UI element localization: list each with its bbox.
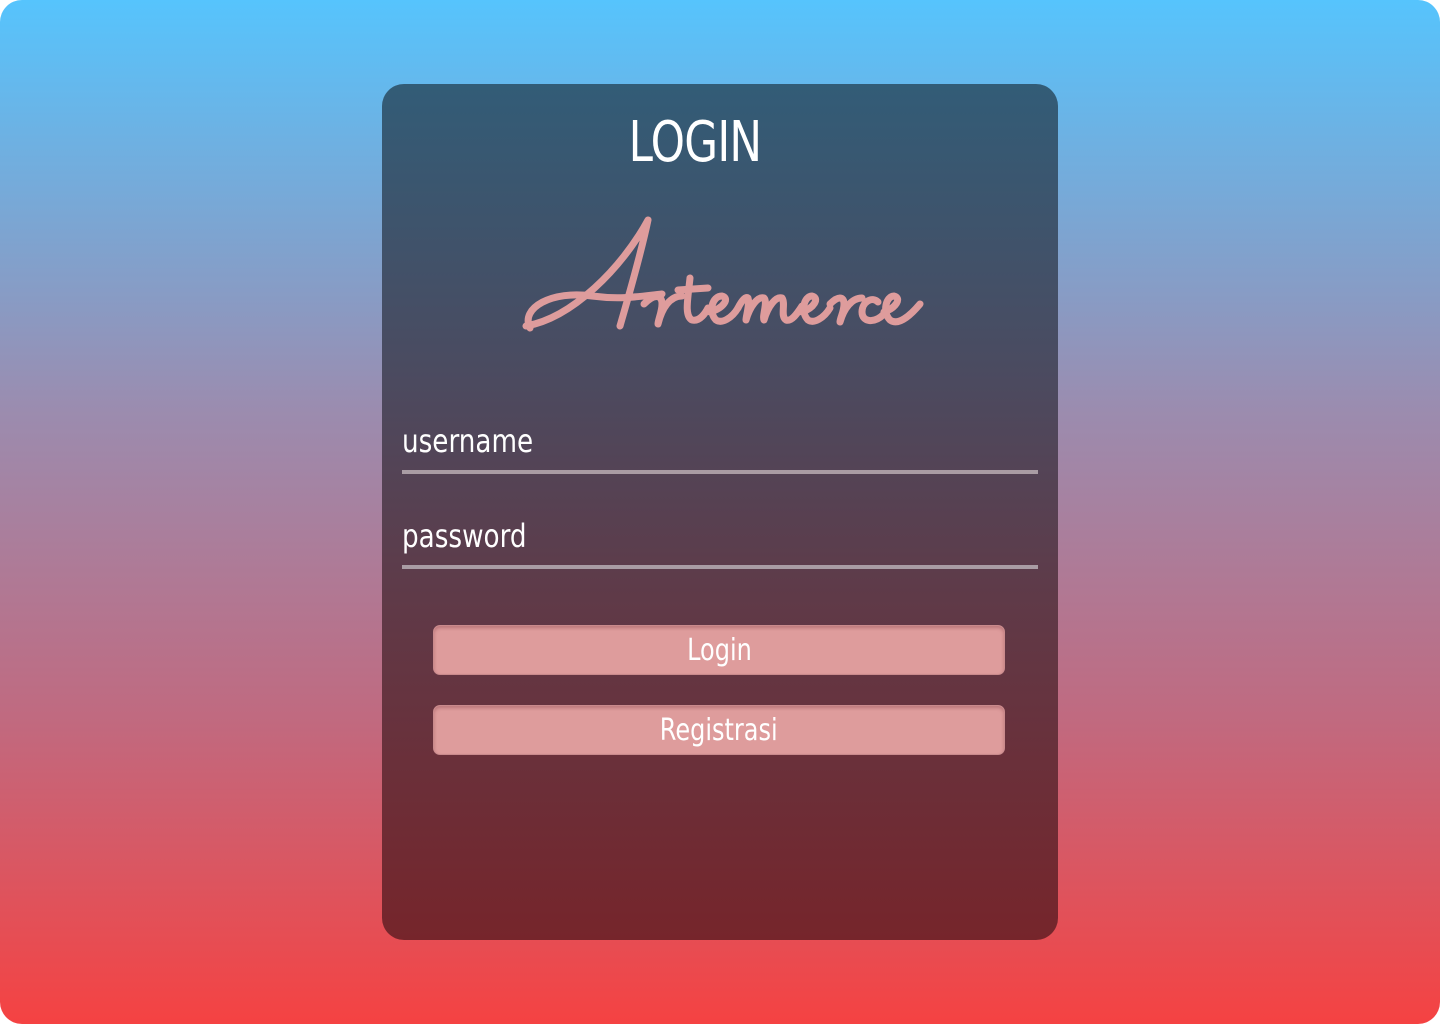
username-placeholder: username bbox=[402, 422, 534, 460]
login-card: LOGIN username password Login Registrasi bbox=[382, 84, 1058, 940]
password-placeholder: password bbox=[402, 517, 527, 555]
login-button-label: Login bbox=[686, 632, 752, 668]
username-field[interactable]: username bbox=[402, 414, 1038, 474]
brand-logo bbox=[522, 216, 924, 332]
app-background: LOGIN username password Login Registrasi bbox=[0, 0, 1440, 1024]
password-underline bbox=[402, 565, 1038, 569]
page-title: LOGIN bbox=[628, 110, 762, 175]
register-button[interactable]: Registrasi bbox=[433, 705, 1005, 755]
register-button-label: Registrasi bbox=[660, 712, 778, 748]
password-field[interactable]: password bbox=[402, 509, 1038, 569]
login-button[interactable]: Login bbox=[433, 625, 1005, 675]
username-underline bbox=[402, 470, 1038, 474]
